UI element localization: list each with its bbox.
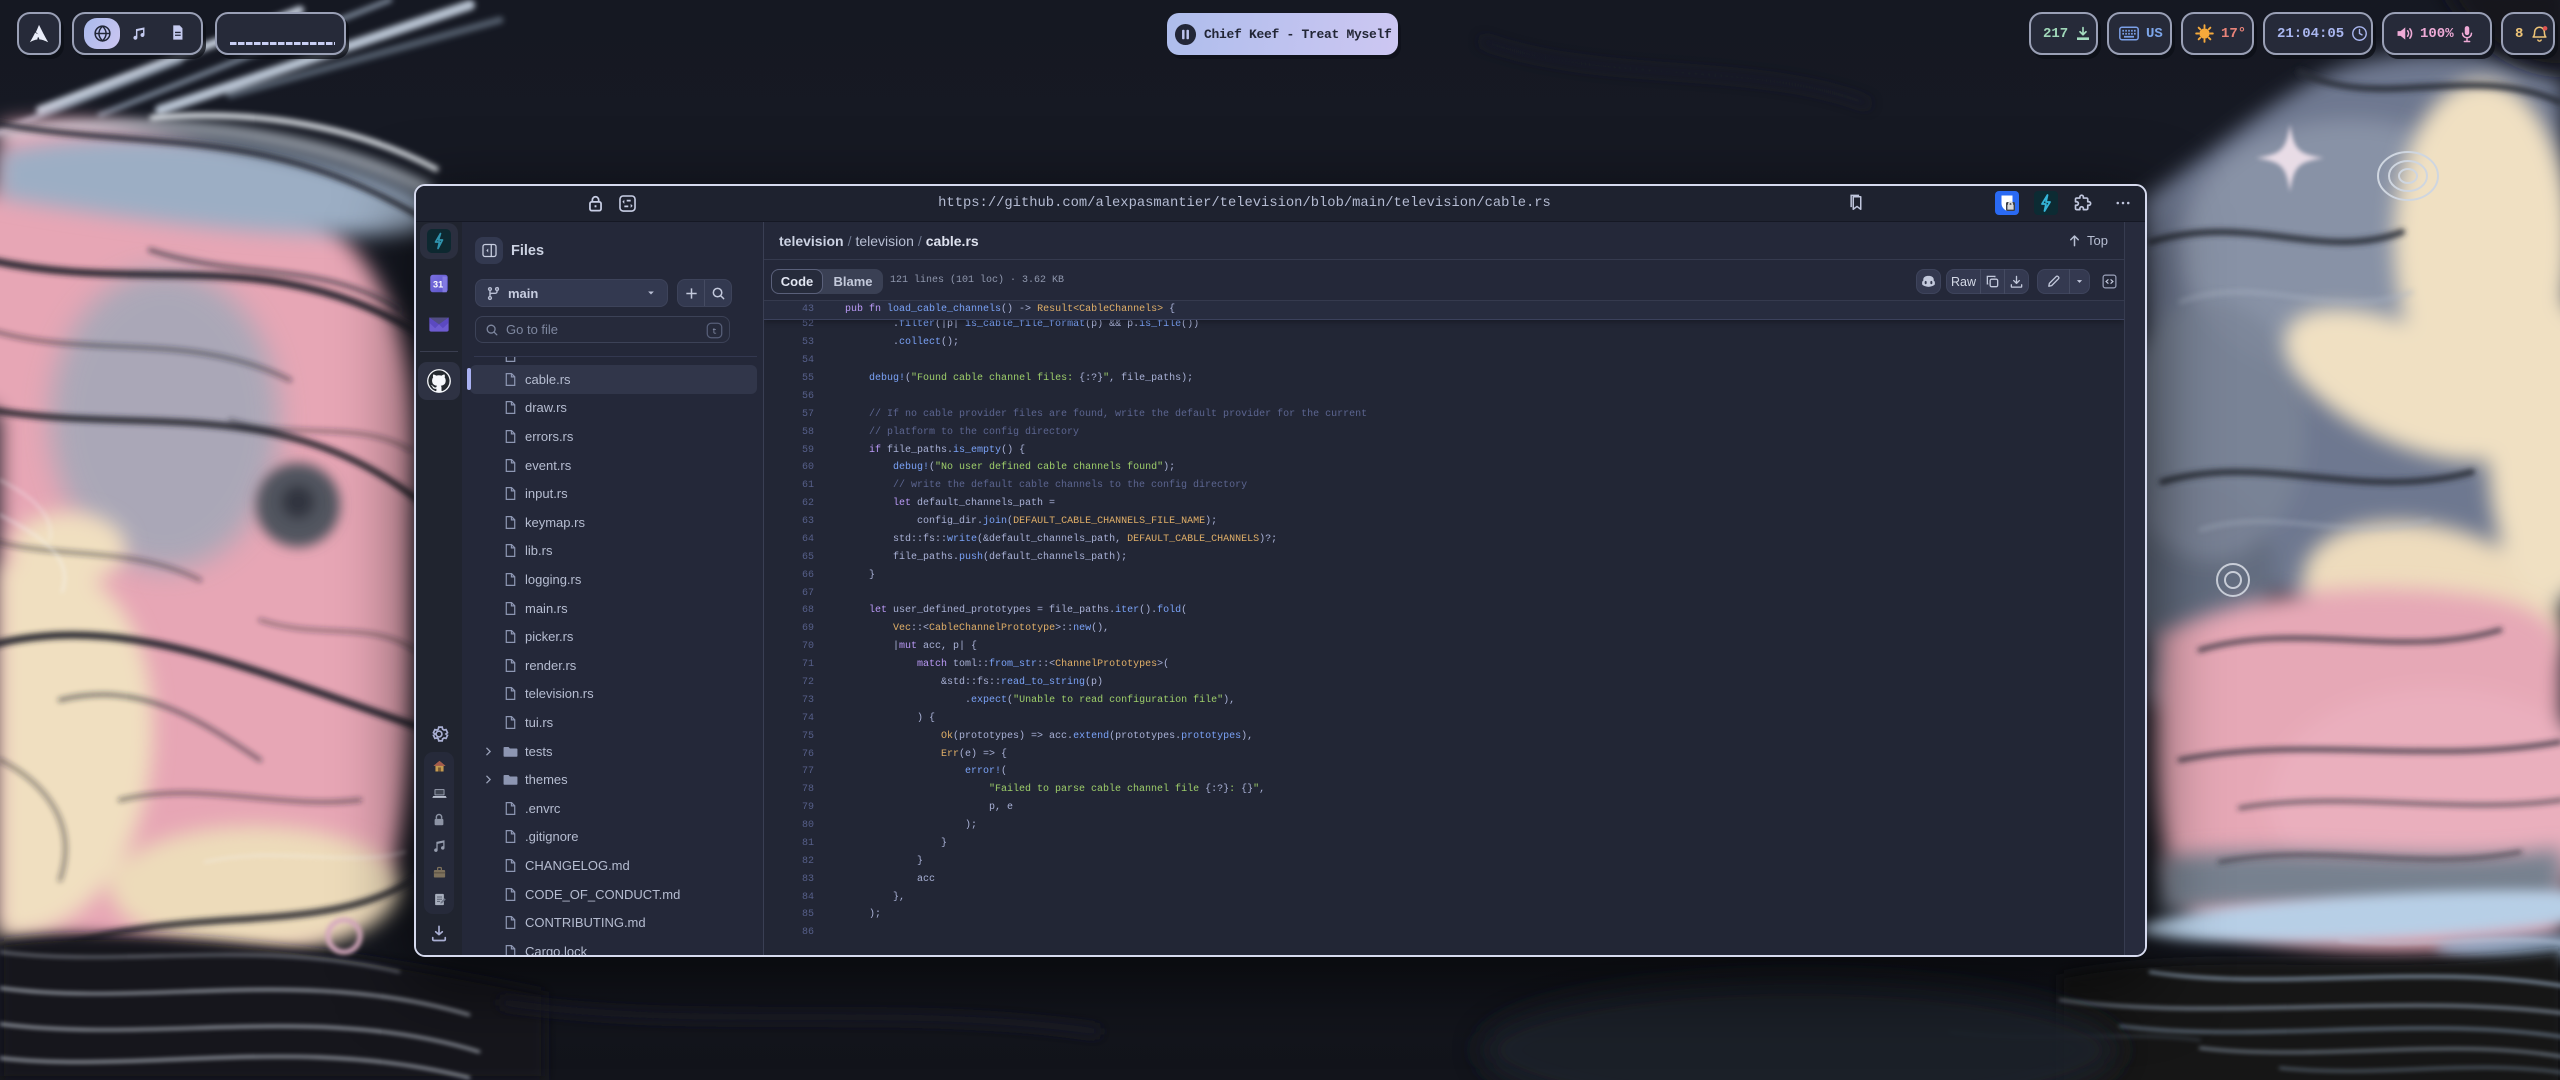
svg-text:31: 31 <box>433 279 443 289</box>
svg-text:t: t <box>712 327 717 336</box>
